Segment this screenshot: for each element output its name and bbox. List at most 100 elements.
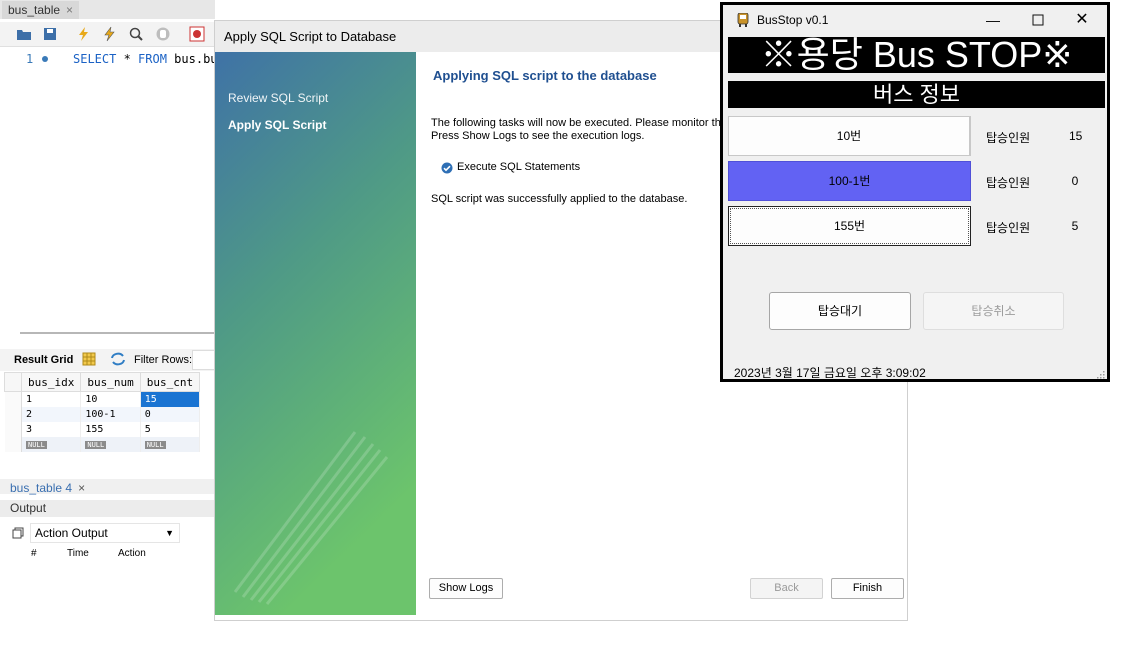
copy-output-icon[interactable] (12, 527, 24, 539)
back-button[interactable]: Back (750, 578, 823, 599)
wizard-step-review: Review SQL Script (228, 91, 329, 105)
tab-bus-table-4[interactable]: bus_table 4 × (10, 481, 85, 495)
grid-cell[interactable]: 155 (80, 422, 141, 437)
grid-cell[interactable]: 5 (140, 422, 201, 437)
bus-info-heading: 버스 정보 (728, 81, 1105, 108)
bus-button-155[interactable]: 155번 (728, 206, 971, 246)
explain-magnifier-icon[interactable] (128, 26, 144, 42)
sql-star: * (116, 52, 139, 66)
row-header-corner (4, 372, 22, 392)
null-cell[interactable]: NULL (80, 437, 141, 452)
sql-toolbar (0, 22, 215, 47)
task-done-check-icon (441, 162, 453, 174)
sql-keyword-from: FROM (138, 52, 167, 66)
column-header[interactable]: bus_idx (20, 372, 82, 392)
dialog-info-line: Press Show Logs to see the execution log… (431, 130, 645, 142)
row-header[interactable] (4, 407, 22, 422)
null-badge: NULL (85, 441, 107, 449)
boarding-label: 탑승인원 (986, 131, 1031, 145)
dialog-info-line: The following tasks will now be executed… (431, 117, 727, 129)
result-grid-tab[interactable]: Result Grid (14, 354, 73, 366)
busstop-client-area: BusStop v0.1 — ✕ ※용당 Bus STOP※ 버스 정보 10번… (723, 5, 1107, 380)
grid-view-icon[interactable] (82, 352, 96, 366)
refresh-arrows-icon[interactable] (110, 352, 126, 366)
sql-keyword-select: SELECT (73, 52, 117, 66)
output-select-value: Action Output (35, 526, 108, 540)
null-badge: NULL (144, 441, 166, 449)
wait-board-button[interactable]: 탑승대기 (769, 292, 911, 330)
maximize-icon[interactable] (1029, 11, 1047, 29)
resize-grip-icon[interactable] (1095, 369, 1105, 379)
statement-marker-icon (42, 56, 48, 62)
boarding-count: 15 (1069, 129, 1083, 143)
sql-editor[interactable] (0, 47, 215, 325)
stop-banner: ※용당 Bus STOP※ (728, 37, 1105, 73)
null-badge: NULL (26, 441, 47, 449)
tab-label: bus_table (8, 3, 61, 17)
output-col-time: Time (67, 548, 89, 559)
close-icon[interactable]: × (78, 481, 85, 495)
boarding-label: 탑승인원 (986, 221, 1031, 235)
busstop-titlebar[interactable]: BusStop v0.1 — ✕ (723, 5, 1107, 35)
grid-cell[interactable]: 10 (80, 391, 141, 407)
chevron-down-icon: ▼ (165, 528, 174, 538)
toggle-stop-on-error-icon[interactable] (189, 26, 205, 42)
execute-current-icon[interactable] (102, 26, 118, 42)
dialog-heading: Applying SQL script to the database (433, 68, 657, 83)
result-grid[interactable]: bus_idx bus_num bus_cnt 1 10 15 2 100-1 … (4, 372, 201, 452)
finish-button[interactable]: Finish (831, 578, 904, 599)
wizard-sidebar-background (215, 52, 416, 615)
row-header[interactable] (4, 391, 22, 407)
show-logs-button[interactable]: Show Logs (429, 578, 503, 599)
bus-button-100-1[interactable]: 100-1번 (728, 161, 971, 201)
grid-cell[interactable]: 100-1 (80, 407, 141, 422)
null-cell[interactable]: NULL (140, 437, 201, 452)
cancel-board-button[interactable]: 탑승취소 (923, 292, 1064, 330)
bus-button-10[interactable]: 10번 (728, 116, 971, 156)
execute-lightning-icon[interactable] (76, 26, 92, 42)
boarding-count: 5 (1071, 219, 1079, 233)
new-row[interactable]: NULL NULL NULL (4, 437, 201, 452)
success-message: SQL script was successfully applied to t… (431, 193, 688, 205)
tab-label: bus_table 4 (10, 481, 73, 495)
grid-cell[interactable]: 0 (140, 407, 201, 422)
open-folder-icon[interactable] (16, 26, 32, 42)
stop-hand-icon[interactable] (155, 26, 171, 42)
column-header[interactable]: bus_cnt (139, 372, 201, 392)
null-cell[interactable]: NULL (21, 437, 82, 452)
column-header[interactable]: bus_num (80, 372, 141, 392)
close-icon[interactable]: ✕ (1073, 11, 1091, 29)
output-col-number: # (31, 548, 37, 559)
row-header[interactable] (4, 422, 22, 437)
editor-splitter[interactable] (20, 332, 215, 334)
close-icon[interactable]: × (66, 3, 73, 17)
output-columns: # Time Action (0, 548, 215, 564)
grid-cell[interactable]: 2 (21, 407, 82, 422)
grid-cell[interactable]: 3 (21, 422, 82, 437)
filter-rows-label: Filter Rows: (134, 354, 193, 366)
bus-app-icon (737, 13, 749, 27)
task-label: Execute SQL Statements (457, 161, 581, 173)
tab-bus-table[interactable]: bus_table × (2, 1, 80, 19)
line-number: 1 (26, 52, 34, 66)
busstop-window: BusStop v0.1 — ✕ ※용당 Bus STOP※ 버스 정보 10번… (720, 2, 1110, 382)
grid-cell[interactable]: 1 (21, 391, 82, 407)
wizard-step-apply: Apply SQL Script (228, 118, 327, 132)
table-row[interactable]: 1 10 15 (4, 391, 201, 407)
boarding-count: 0 (1071, 174, 1079, 188)
grid-header-row: bus_idx bus_num bus_cnt (4, 372, 201, 392)
grid-cell-selected[interactable]: 15 (140, 391, 201, 407)
table-row[interactable]: 3 155 5 (4, 422, 201, 437)
sql-statement[interactable]: SELECT * FROM bus.bus (73, 52, 225, 66)
window-title: BusStop v0.1 (757, 13, 829, 27)
datetime-label: 2023년 3월 17일 금요일 오후 3:09:02 (734, 366, 926, 380)
minimize-icon[interactable]: — (984, 11, 1002, 29)
save-icon[interactable] (42, 26, 58, 42)
boarding-label: 탑승인원 (986, 176, 1031, 190)
wizard-sidebar: Review SQL Script Apply SQL Script (215, 52, 416, 615)
output-type-select[interactable]: Action Output ▼ (30, 523, 180, 543)
row-header[interactable] (4, 437, 22, 452)
output-panel-header: Output (0, 500, 215, 517)
output-col-action: Action (118, 548, 146, 559)
table-row[interactable]: 2 100-1 0 (4, 407, 201, 422)
